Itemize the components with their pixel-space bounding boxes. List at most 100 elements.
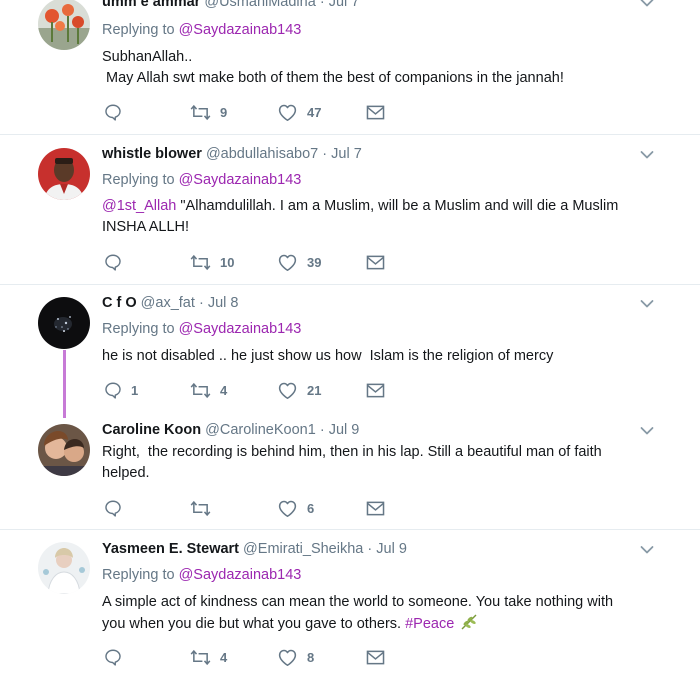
tweet-text: Right, the recording is behind him, then…: [102, 442, 672, 484]
tweet-actions: 6: [104, 498, 404, 518]
tweet-header: Caroline Koon @CarolineKoon1 · Jul 9: [102, 422, 359, 438]
reply-button[interactable]: [104, 102, 122, 122]
envelope-icon: [366, 500, 385, 517]
display-name[interactable]: C f O: [102, 295, 137, 311]
like-count: 8: [307, 649, 315, 665]
tweet-text-line: May Allah swt make both of them the best…: [102, 70, 564, 86]
heart-icon: [277, 103, 298, 122]
tweet-text-line: SubhanAllah..: [102, 49, 193, 65]
separator-dot: ·: [322, 146, 328, 162]
reply-button[interactable]: [104, 647, 122, 667]
reply-icon: [104, 648, 122, 666]
retweet-icon: [190, 103, 211, 122]
tweet-text-segment: you when you die but what you gave to ot…: [102, 616, 406, 632]
tweet-date[interactable]: Jul 7: [331, 146, 362, 162]
tweet-header: Yasmeen E. Stewart @Emirati_Sheikha · Ju…: [102, 541, 407, 557]
reply-button[interactable]: 1: [104, 380, 138, 400]
replying-mention[interactable]: @Saydazainab143: [179, 172, 302, 188]
tweet-actions: 4 8: [104, 647, 404, 667]
retweet-count: 10: [220, 254, 235, 270]
dm-button[interactable]: [366, 647, 385, 667]
envelope-icon: [366, 104, 385, 121]
tweet-text: @1st_Allah "Alhamdulillah. I am a Muslim…: [102, 196, 672, 238]
like-button[interactable]: 6: [277, 498, 314, 518]
reply-icon: [104, 253, 122, 271]
retweet-button[interactable]: 4: [190, 380, 227, 400]
dm-button[interactable]: [366, 498, 385, 518]
replying-mention[interactable]: @Saydazainab143: [179, 567, 302, 583]
divider: [0, 134, 700, 135]
replying-to: Replying to @Saydazainab143: [102, 321, 301, 337]
hashtag-link[interactable]: #Peace: [405, 616, 454, 632]
reply-button[interactable]: [104, 252, 122, 272]
display-name[interactable]: umm e ammar: [102, 0, 200, 10]
divider: [0, 284, 700, 285]
tweet-date[interactable]: Jul 9: [376, 541, 407, 557]
like-button[interactable]: 39: [277, 252, 321, 272]
tweet-text: SubhanAllah.. May Allah swt make both of…: [102, 47, 672, 89]
replying-to: Replying to @Saydazainab143: [102, 172, 301, 188]
tweet-text-line: Right, the recording is behind him, then…: [102, 444, 602, 460]
replying-to: Replying to @Saydazainab143: [102, 567, 301, 583]
tweet-header: C f O @ax_fat · Jul 8: [102, 295, 238, 311]
display-name[interactable]: Yasmeen E. Stewart: [102, 541, 239, 557]
replying-mention[interactable]: @Saydazainab143: [179, 321, 302, 337]
retweet-icon: [190, 253, 211, 272]
man-portrait-avatar[interactable]: [38, 148, 90, 200]
display-name[interactable]: Caroline Koon: [102, 422, 201, 438]
user-mention[interactable]: @1st_Allah: [102, 198, 176, 214]
retweet-button[interactable]: [190, 498, 211, 518]
tweet-date[interactable]: Jul 8: [208, 295, 239, 311]
retweet-icon: [190, 381, 211, 400]
tweet-header: umm e ammar @UsmaniMadiha · Jul 7: [102, 0, 359, 10]
replying-label: Replying to: [102, 172, 175, 188]
user-handle[interactable]: @ax_fat: [141, 295, 195, 311]
like-button[interactable]: 8: [277, 647, 314, 667]
user-handle[interactable]: @abdullahisabo7: [206, 146, 318, 162]
reply-icon: [104, 499, 122, 517]
replying-label: Replying to: [102, 567, 175, 583]
heart-icon: [277, 648, 298, 667]
retweet-button[interactable]: 9: [190, 102, 227, 122]
retweet-button[interactable]: 4: [190, 647, 227, 667]
tweet-header: whistle blower @abdullahisabo7 · Jul 7: [102, 146, 362, 162]
chevron-down-icon[interactable]: [640, 150, 654, 160]
user-handle[interactable]: @CarolineKoon1: [205, 422, 316, 438]
two-people-avatar[interactable]: [38, 424, 90, 476]
display-name[interactable]: whistle blower: [102, 146, 202, 162]
dm-button[interactable]: [366, 252, 385, 272]
tweet-actions: 9 47: [104, 102, 404, 122]
retweet-icon: [190, 648, 211, 667]
tweet-text-line: INSHA ALLH!: [102, 219, 190, 235]
dm-button[interactable]: [366, 102, 385, 122]
like-button[interactable]: 47: [277, 102, 321, 122]
dark-galaxy-avatar[interactable]: [38, 297, 90, 349]
tweet-date[interactable]: Jul 9: [329, 422, 360, 438]
olive-branch-icon: [461, 614, 477, 630]
like-count: 39: [307, 254, 322, 270]
tweet-text: he is not disabled .. he just show us ho…: [102, 348, 554, 364]
divider: [0, 529, 700, 530]
like-button[interactable]: 21: [277, 380, 321, 400]
tweet-text-segment: "Alhamdulillah. I am a Muslim, will be a…: [176, 198, 619, 214]
replying-mention[interactable]: @Saydazainab143: [179, 22, 302, 38]
chevron-down-icon[interactable]: [640, 299, 654, 309]
user-handle[interactable]: @UsmaniMadiha: [204, 0, 315, 10]
chevron-down-icon[interactable]: [640, 426, 654, 436]
tweet-date[interactable]: Jul 7: [329, 0, 360, 10]
chevron-down-icon[interactable]: [640, 545, 654, 555]
flowers-avatar[interactable]: [38, 0, 90, 50]
chevron-down-icon[interactable]: [640, 0, 654, 8]
tweet-text-line: @1st_Allah "Alhamdulillah. I am a Muslim…: [102, 196, 672, 217]
user-handle[interactable]: @Emirati_Sheikha: [243, 541, 363, 557]
woman-white-avatar[interactable]: [38, 542, 90, 594]
retweet-button[interactable]: 10: [190, 252, 234, 272]
replying-label: Replying to: [102, 22, 175, 38]
envelope-icon: [366, 254, 385, 271]
heart-icon: [277, 253, 298, 272]
envelope-icon: [366, 382, 385, 399]
dm-button[interactable]: [366, 380, 385, 400]
reply-button[interactable]: [104, 498, 122, 518]
reply-icon: [104, 103, 122, 121]
retweet-count: 4: [220, 382, 228, 398]
